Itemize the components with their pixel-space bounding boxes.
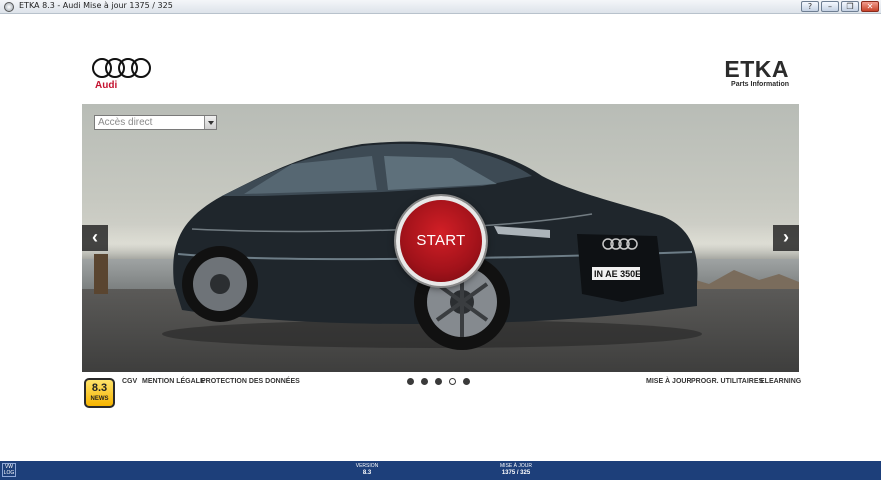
- link-mention-legale[interactable]: MENTION LÉGALE: [142, 378, 205, 385]
- status-bar: VW LOG VERSION 8.3 MISE À JOUR 1375 / 32…: [0, 461, 881, 480]
- carousel-prev-button[interactable]: ‹: [82, 225, 108, 251]
- link-progr-utilitaires[interactable]: PROGR. UTILITAIRES: [691, 378, 763, 385]
- audi-brand-name: Audi: [95, 80, 118, 91]
- etka-logo: ETKA Parts Information: [724, 56, 789, 89]
- audi-logo: Audi: [92, 58, 151, 92]
- help-button[interactable]: ?: [801, 1, 819, 12]
- close-button[interactable]: ✕: [861, 1, 879, 12]
- status-version-value: 8.3: [362, 470, 372, 476]
- carousel-dot[interactable]: [407, 378, 414, 385]
- carousel-next-button[interactable]: ›: [773, 225, 799, 251]
- etka-subtitle: Parts Information: [731, 81, 789, 88]
- window-title: ETKA 8.3 - Audi Mise à jour 1375 / 325: [19, 1, 173, 10]
- link-protection-donnees[interactable]: PROTECTION DES DONNÉES: [201, 378, 300, 385]
- news-version: 8.3: [91, 382, 108, 394]
- title-bar: ETKA 8.3 - Audi Mise à jour 1375 / 325 ?…: [0, 0, 881, 14]
- carousel-dot[interactable]: [435, 378, 442, 385]
- chevron-left-icon: ‹: [92, 227, 98, 247]
- direct-access-placeholder: Accès direct: [98, 117, 153, 128]
- hero-banner: IN AE 350E Accès direct ‹ › START: [82, 104, 799, 372]
- etka-title: ETKA: [724, 56, 789, 82]
- news-badge[interactable]: 8.3 NEWS: [84, 378, 115, 408]
- status-update-label: MISE À JOUR: [500, 463, 532, 469]
- app-icon[interactable]: [4, 2, 14, 12]
- carousel-dot[interactable]: [463, 378, 470, 385]
- status-version: VERSION 8.3: [350, 463, 384, 477]
- chevron-down-icon[interactable]: [204, 116, 216, 129]
- carousel-dot-active[interactable]: [449, 378, 456, 385]
- link-cgv[interactable]: CGV: [122, 378, 137, 385]
- audi-ring-icon: [131, 58, 151, 78]
- status-update-value: 1375 / 325: [501, 470, 531, 476]
- link-elearning[interactable]: ELEARNING: [760, 378, 801, 385]
- link-mise-a-jour[interactable]: MISE À JOUR: [646, 378, 692, 385]
- maximize-button[interactable]: ❐: [841, 1, 859, 12]
- start-button[interactable]: START: [396, 196, 486, 286]
- minimize-button[interactable]: –: [821, 1, 839, 12]
- status-version-label: VERSION: [355, 463, 379, 469]
- vw-log-icon[interactable]: VW LOG: [2, 463, 16, 477]
- news-label: NEWS: [90, 396, 109, 402]
- license-plate: IN AE 350E: [594, 269, 641, 279]
- carousel-dot[interactable]: [421, 378, 428, 385]
- status-update: MISE À JOUR 1375 / 325: [494, 463, 538, 477]
- chevron-right-icon: ›: [783, 227, 789, 247]
- direct-access-select[interactable]: Accès direct: [94, 115, 217, 130]
- wooden-post: [94, 254, 108, 294]
